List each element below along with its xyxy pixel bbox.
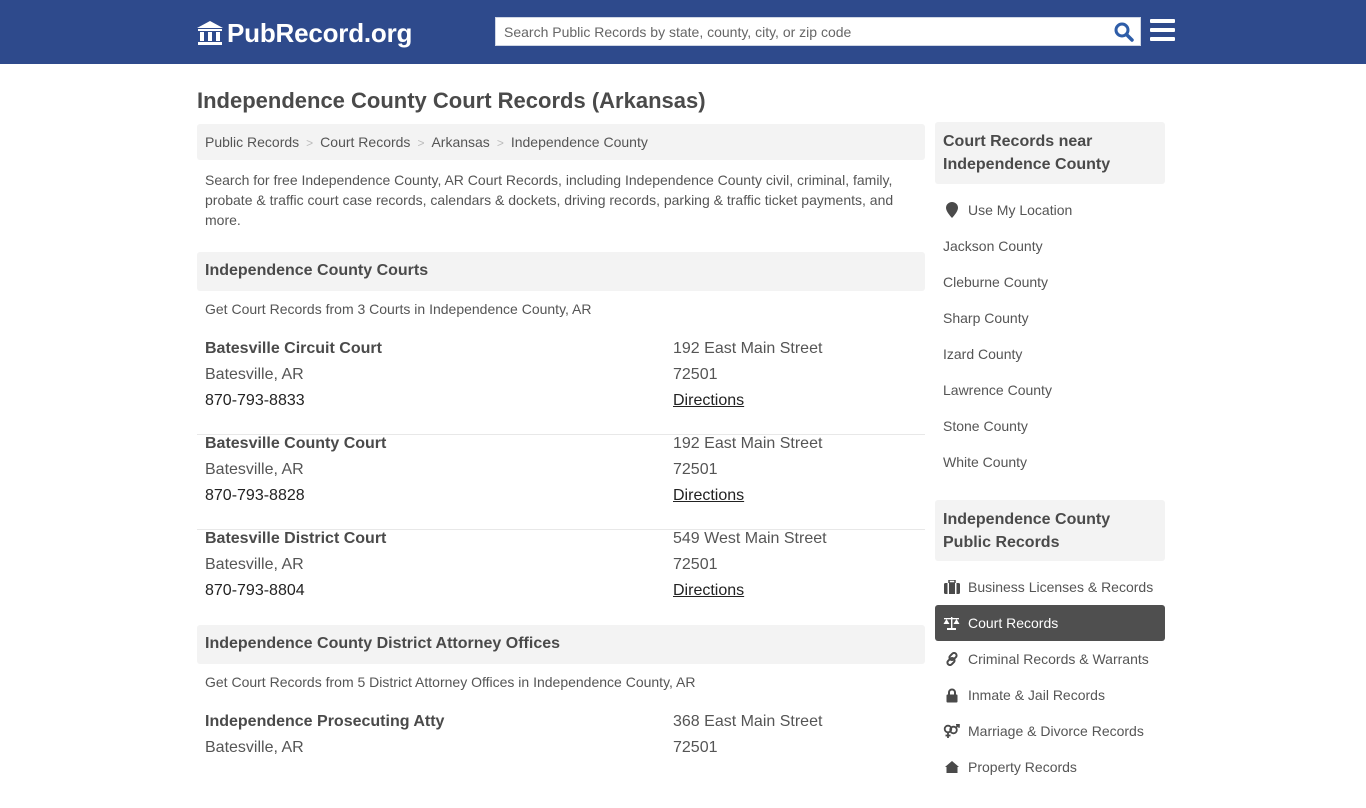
court-phone[interactable]: 870-793-8833: [205, 392, 305, 410]
balance-scale-icon: [943, 615, 960, 631]
court-name: Batesville Circuit Court: [205, 340, 382, 357]
breadcrumb-court-records[interactable]: Court Records: [320, 134, 410, 150]
home-icon: [943, 759, 960, 775]
map-marker-icon: [943, 202, 960, 218]
sidebar-item-business-licenses[interactable]: Business Licenses & Records: [935, 569, 1165, 605]
sidebar-item-label: Business Licenses & Records: [968, 579, 1154, 595]
breadcrumb-public-records[interactable]: Public Records: [205, 134, 299, 150]
sidebar-item-label: Court Records: [968, 615, 1059, 631]
link-icon: [943, 651, 960, 667]
court-entry: Batesville District Court Batesville, AR…: [197, 530, 925, 625]
breadcrumb-arkansas[interactable]: Arkansas: [431, 134, 489, 150]
sidebar-item-label: Inmate & Jail Records: [968, 687, 1105, 703]
court-entry: Batesville Circuit Court Batesville, AR …: [197, 340, 925, 435]
attorneys-heading: Independence County District Attorney Of…: [197, 625, 925, 664]
court-phone[interactable]: 870-793-8804: [205, 582, 305, 600]
nearby-county-link[interactable]: Lawrence County: [935, 372, 1165, 408]
site-header: PubRecord.org: [0, 0, 1366, 64]
nearby-heading: Court Records near Independence County: [935, 122, 1165, 184]
gender-icon: [943, 723, 960, 739]
attorney-zip: 72501: [673, 739, 718, 756]
breadcrumb-separator: >: [306, 136, 314, 150]
court-name: Batesville County Court: [205, 435, 387, 452]
court-name: Batesville District Court: [205, 530, 387, 547]
nearby-county-link[interactable]: Sharp County: [935, 300, 1165, 336]
lock-icon: [943, 687, 960, 703]
search-box: [495, 17, 1141, 46]
court-address: 192 East Main Street: [673, 340, 823, 357]
court-entry: Batesville County Court Batesville, AR 8…: [197, 435, 925, 530]
briefcase-icon: [943, 579, 960, 595]
sidebar-item-label: Property Records: [968, 759, 1077, 775]
use-my-location-label: Use My Location: [968, 202, 1073, 218]
page-title: Independence County Court Records (Arkan…: [197, 88, 706, 113]
search-button[interactable]: [1112, 21, 1136, 43]
use-my-location-button[interactable]: Use My Location: [935, 192, 1165, 228]
sidebar-item-label: Marriage & Divorce Records: [968, 723, 1144, 739]
court-phone[interactable]: 870-793-8828: [205, 487, 305, 505]
attorney-entry: Independence Prosecuting Atty Batesville…: [197, 713, 925, 808]
attorney-address: 368 East Main Street: [673, 713, 823, 730]
sidebar-item-label: Criminal Records & Warrants: [968, 651, 1149, 667]
court-address: 549 West Main Street: [673, 530, 827, 547]
search-input[interactable]: [496, 18, 1106, 45]
site-logo[interactable]: PubRecord.org: [196, 18, 412, 48]
court-zip: 72501: [673, 556, 718, 573]
directions-link[interactable]: Directions: [673, 392, 744, 410]
attorneys-subtitle: Get Court Records from 5 District Attorn…: [205, 674, 696, 690]
breadcrumb-separator: >: [496, 136, 504, 150]
sidebar-item-court-records[interactable]: Court Records: [935, 605, 1165, 641]
court-city: Batesville, AR: [205, 556, 304, 573]
sidebar-item-criminal-records[interactable]: Criminal Records & Warrants: [935, 641, 1165, 677]
search-icon: [1114, 22, 1134, 42]
nearby-county-link[interactable]: Stone County: [935, 408, 1165, 444]
court-address: 192 East Main Street: [673, 435, 823, 452]
logo-text: PubRecord.org: [227, 17, 413, 48]
nearby-county-link[interactable]: White County: [935, 444, 1165, 480]
directions-link[interactable]: Directions: [673, 487, 744, 505]
courts-heading: Independence County Courts: [197, 252, 925, 291]
court-city: Batesville, AR: [205, 366, 304, 383]
directions-link[interactable]: Directions: [673, 582, 744, 600]
intro-text: Search for free Independence County, AR …: [205, 172, 894, 228]
sidebar-item-marriage-divorce[interactable]: Marriage & Divorce Records: [935, 713, 1165, 749]
breadcrumb: Public Records > Court Records > Arkansas > In…: [197, 124, 925, 160]
court-zip: 72501: [673, 366, 718, 383]
nearby-county-link[interactable]: Izard County: [935, 336, 1165, 372]
sidebar-item-inmate-records[interactable]: Inmate & Jail Records: [935, 677, 1165, 713]
court-zip: 72501: [673, 461, 718, 478]
court-city: Batesville, AR: [205, 461, 304, 478]
hamburger-menu-icon[interactable]: [1150, 19, 1176, 43]
breadcrumb-separator: >: [417, 136, 425, 150]
attorney-city: Batesville, AR: [205, 739, 304, 756]
courts-subtitle: Get Court Records from 3 Courts in Indep…: [205, 301, 592, 317]
attorney-name: Independence Prosecuting Atty: [205, 713, 445, 730]
public-records-heading: Independence County Public Records: [935, 500, 1165, 561]
nearby-county-link[interactable]: Jackson County: [935, 228, 1165, 264]
courthouse-icon: [196, 20, 224, 46]
breadcrumb-current: Independence County: [510, 134, 648, 150]
sidebar-item-property-records[interactable]: Property Records: [935, 749, 1165, 785]
nearby-county-link[interactable]: Cleburne County: [935, 264, 1165, 300]
